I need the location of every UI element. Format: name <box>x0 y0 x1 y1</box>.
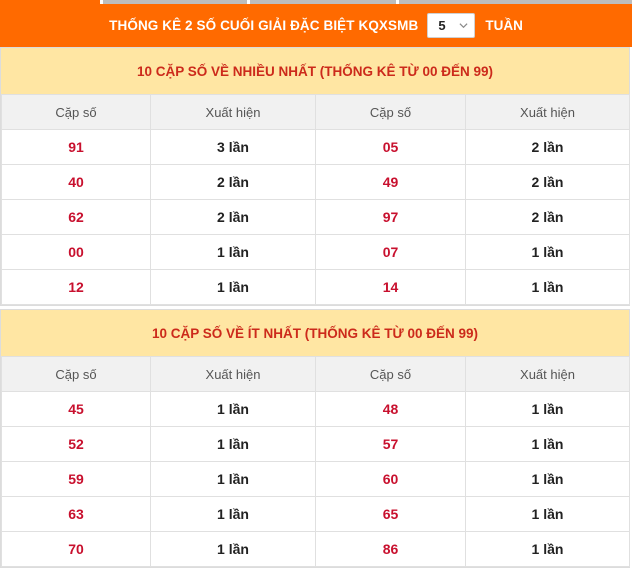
pair-number: 57 <box>315 426 466 462</box>
occurrence-count: 1 lần <box>465 391 630 427</box>
pair-number: 63 <box>1 496 151 532</box>
pair-number: 86 <box>315 531 466 567</box>
occurrence-count: 1 lần <box>150 461 316 497</box>
pair-number: 40 <box>1 164 151 200</box>
occurrence-count: 2 lần <box>150 164 316 200</box>
weeks-select[interactable]: 5 <box>427 13 476 38</box>
least-frequent-section: 10 CẶP SỐ VỀ ÍT NHẤT (THỐNG KÊ TỪ 00 ĐẾN… <box>0 309 630 568</box>
occurrence-count: 1 lần <box>465 426 630 462</box>
occurrence-count: 1 lần <box>150 496 316 532</box>
pair-number: 59 <box>1 461 151 497</box>
table-row: 52 1 lần 57 1 lần <box>1 426 630 462</box>
pair-number: 97 <box>315 199 466 235</box>
pair-number: 65 <box>315 496 466 532</box>
chevron-down-icon <box>459 23 468 29</box>
occurrence-count: 2 lần <box>465 164 630 200</box>
table-row: 70 1 lần 86 1 lần <box>1 531 630 567</box>
table-row: 00 1 lần 07 1 lần <box>1 234 630 270</box>
occurrence-count: 1 lần <box>150 531 316 567</box>
occurrence-count: 1 lần <box>150 269 316 305</box>
most-frequent-table: Cặp số Xuất hiện Cặp số Xuất hiện 91 3 lầ… <box>1 94 630 305</box>
table-row: 62 2 lần 97 2 lần <box>1 199 630 235</box>
occurrence-count: 1 lần <box>150 391 316 427</box>
table-row: 63 1 lần 65 1 lần <box>1 496 630 532</box>
pair-number: 07 <box>315 234 466 270</box>
table-row: 59 1 lần 60 1 lần <box>1 461 630 497</box>
pair-number: 52 <box>1 426 151 462</box>
table-header-row: Cặp số Xuất hiện Cặp số Xuất hiện <box>1 94 630 130</box>
column-header: Cặp số <box>1 356 151 392</box>
table-row: 45 1 lần 48 1 lần <box>1 391 630 427</box>
header-suffix: TUẦN <box>485 18 523 33</box>
column-header: Cặp số <box>315 94 466 130</box>
pair-number: 12 <box>1 269 151 305</box>
least-frequent-table: Cặp số Xuất hiện Cặp số Xuất hiện 45 1 lầ… <box>1 356 630 567</box>
occurrence-count: 2 lần <box>465 129 630 165</box>
pair-number: 00 <box>1 234 151 270</box>
pair-number: 49 <box>315 164 466 200</box>
most-frequent-section: 10 CẶP SỐ VỀ NHIỀU NHẤT (THỐNG KÊ TỪ 00 … <box>0 47 630 306</box>
table-row: 40 2 lần 49 2 lần <box>1 164 630 200</box>
section-title: 10 CẶP SỐ VỀ ÍT NHẤT (THỐNG KÊ TỪ 00 ĐẾN… <box>1 310 629 356</box>
occurrence-count: 1 lần <box>150 426 316 462</box>
pair-number: 45 <box>1 391 151 427</box>
occurrence-count: 1 lần <box>465 531 630 567</box>
table-header-row: Cặp số Xuất hiện Cặp số Xuất hiện <box>1 356 630 392</box>
occurrence-count: 1 lần <box>150 234 316 270</box>
occurrence-count: 2 lần <box>150 199 316 235</box>
occurrence-count: 1 lần <box>465 461 630 497</box>
occurrence-count: 2 lần <box>465 199 630 235</box>
pair-number: 60 <box>315 461 466 497</box>
pair-number: 91 <box>1 129 151 165</box>
occurrence-count: 3 lần <box>150 129 316 165</box>
occurrence-count: 1 lần <box>465 234 630 270</box>
table-row: 12 1 lần 14 1 lần <box>1 269 630 305</box>
weeks-select-value: 5 <box>438 18 446 33</box>
pair-number: 14 <box>315 269 466 305</box>
pair-number: 70 <box>1 531 151 567</box>
column-header: Xuất hiện <box>150 356 316 392</box>
header-title: THỐNG KÊ 2 SỐ CUỐI GIẢI ĐẶC BIỆT KQXSMB <box>109 18 419 33</box>
section-title: 10 CẶP SỐ VỀ NHIỀU NHẤT (THỐNG KÊ TỪ 00 … <box>1 48 629 94</box>
pair-number: 62 <box>1 199 151 235</box>
pair-number: 05 <box>315 129 466 165</box>
column-header: Xuất hiện <box>465 94 630 130</box>
occurrence-count: 1 lần <box>465 269 630 305</box>
column-header: Cặp số <box>1 94 151 130</box>
pair-number: 48 <box>315 391 466 427</box>
stats-header: THỐNG KÊ 2 SỐ CUỐI GIẢI ĐẶC BIỆT KQXSMB … <box>0 4 632 47</box>
column-header: Xuất hiện <box>150 94 316 130</box>
occurrence-count: 1 lần <box>465 496 630 532</box>
table-row: 91 3 lần 05 2 lần <box>1 129 630 165</box>
column-header: Cặp số <box>315 356 466 392</box>
column-header: Xuất hiện <box>465 356 630 392</box>
